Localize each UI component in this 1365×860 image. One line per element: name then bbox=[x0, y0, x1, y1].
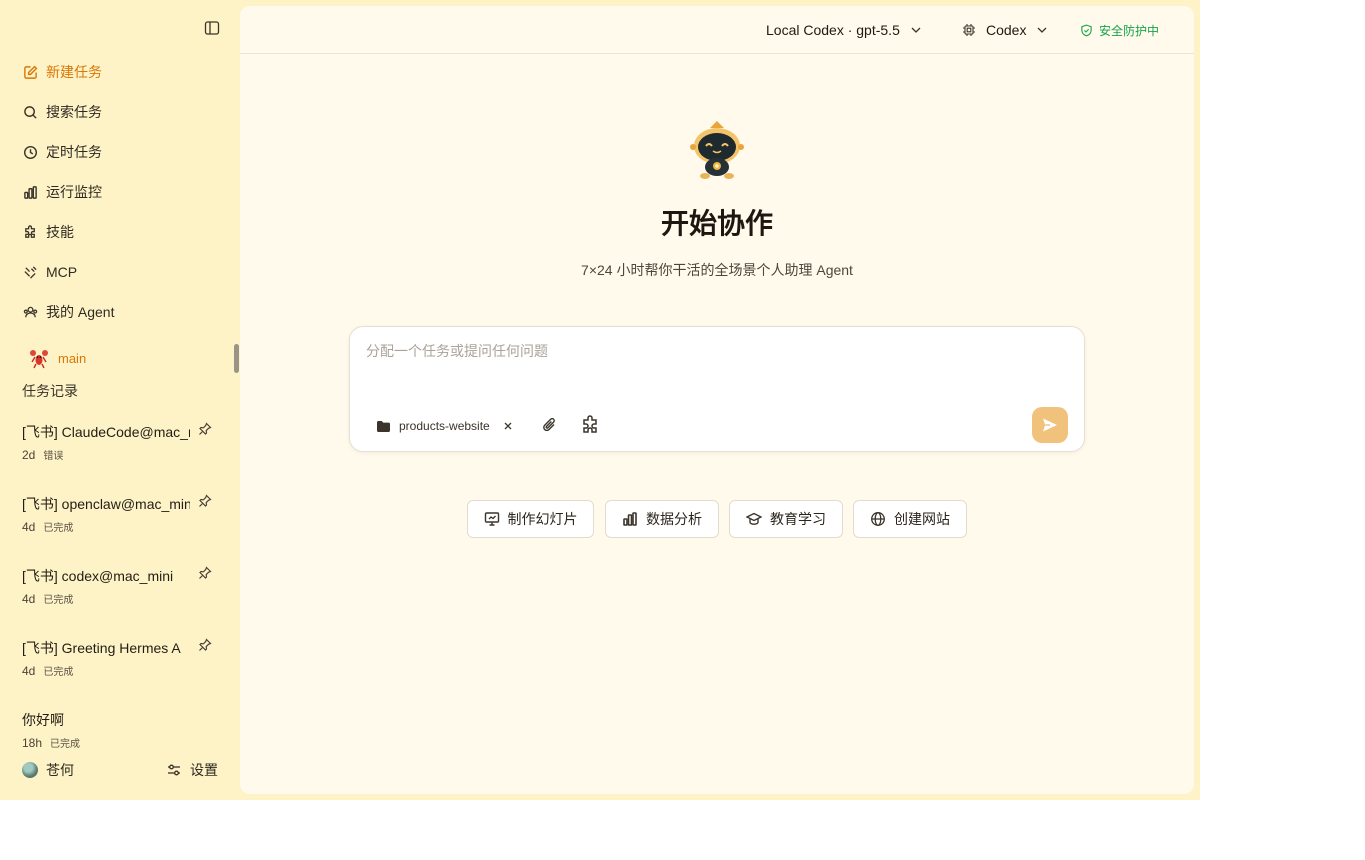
task-title: [飞书] openclaw@mac_mini bbox=[22, 496, 190, 512]
search-icon bbox=[22, 104, 38, 120]
send-button[interactable] bbox=[1032, 407, 1068, 443]
sidebar: 新建任务 搜索任务 定时任务 运行监控 技能 MCP 我的 Agent main… bbox=[0, 0, 240, 800]
task-age: 18h bbox=[22, 736, 43, 750]
task-title: [飞书] codex@mac_mini bbox=[22, 568, 174, 584]
agent-main[interactable]: main bbox=[28, 347, 86, 369]
puzzle-icon bbox=[22, 224, 38, 240]
edit-icon bbox=[22, 64, 38, 80]
sliders-icon bbox=[168, 764, 180, 776]
pin-icon[interactable] bbox=[198, 638, 212, 652]
nav-search-task[interactable]: 搜索任务 bbox=[14, 94, 226, 130]
sidebar-scrollbar[interactable] bbox=[234, 344, 239, 373]
task-status: 已完成 bbox=[50, 739, 81, 750]
task-status: 已完成 bbox=[43, 523, 74, 534]
engine-label: Codex bbox=[986, 22, 1027, 38]
task-item[interactable]: 你好啊 18h 已完成 bbox=[22, 710, 222, 750]
agents-icon bbox=[22, 304, 38, 320]
nav-scheduled-task[interactable]: 定时任务 bbox=[14, 134, 226, 170]
chevron-down-icon bbox=[911, 27, 921, 33]
task-status: 错误 bbox=[43, 451, 64, 462]
main-panel: Local Codex · gpt-5.5 Codex 安全防护中 开始协作 7… bbox=[240, 6, 1194, 794]
task-age: 4d bbox=[22, 520, 36, 534]
plug-icon bbox=[22, 264, 38, 280]
pin-icon[interactable] bbox=[198, 494, 212, 508]
bar-chart-icon bbox=[22, 184, 38, 200]
hero-title: 开始协作 bbox=[660, 208, 773, 239]
user-name: 苍何 bbox=[46, 762, 74, 778]
nav-label: 运行监控 bbox=[46, 184, 102, 200]
nav-monitor[interactable]: 运行监控 bbox=[14, 174, 226, 210]
task-title: [飞书] Greeting Hermes A bbox=[22, 640, 181, 656]
bar-chart-icon bbox=[623, 512, 637, 526]
task-age: 4d bbox=[22, 664, 36, 678]
nav-new-task[interactable]: 新建任务 bbox=[14, 54, 226, 90]
security-status[interactable]: 安全防护中 bbox=[1080, 21, 1159, 39]
task-title: [飞书] ClaudeCode@mac_mini bbox=[22, 424, 190, 440]
task-item[interactable]: [飞书] Greeting Hermes A 4d 已完成 bbox=[22, 638, 222, 678]
quick-action-data-analysis[interactable]: 数据分析 bbox=[605, 500, 719, 538]
nav-label: 我的 Agent bbox=[46, 304, 115, 320]
task-item[interactable]: [飞书] codex@mac_mini 4d 已完成 bbox=[22, 566, 222, 606]
folder-icon bbox=[377, 420, 390, 432]
cpu-chip-icon bbox=[963, 24, 975, 36]
user-profile[interactable]: 苍何 bbox=[22, 760, 74, 780]
paperclip-icon[interactable] bbox=[541, 416, 559, 434]
pin-icon[interactable] bbox=[198, 566, 212, 580]
nav-label: 搜索任务 bbox=[46, 104, 102, 120]
globe-icon bbox=[871, 512, 885, 526]
agent-label: main bbox=[58, 350, 87, 366]
quick-action-label: 数据分析 bbox=[646, 511, 702, 527]
settings-label: 设置 bbox=[190, 762, 218, 778]
nav-skills[interactable]: 技能 bbox=[14, 214, 226, 250]
quick-action-education[interactable]: 教育学习 bbox=[729, 500, 843, 538]
security-label: 安全防护中 bbox=[1099, 23, 1160, 38]
presentation-icon bbox=[484, 512, 499, 526]
sidebar-toggle-icon bbox=[204, 21, 220, 35]
shield-check-icon bbox=[1081, 24, 1092, 36]
nav-mcp[interactable]: MCP bbox=[14, 254, 226, 290]
quick-action-label: 制作幻灯片 bbox=[507, 511, 578, 527]
folder-name: products-website bbox=[399, 419, 490, 433]
graduation-cap-icon bbox=[746, 512, 762, 525]
quick-action-label: 创建网站 bbox=[894, 511, 950, 527]
app-window: 新建任务 搜索任务 定时任务 运行监控 技能 MCP 我的 Agent main… bbox=[0, 0, 1200, 800]
quick-action-label: 教育学习 bbox=[770, 511, 826, 527]
send-icon bbox=[1043, 418, 1057, 432]
top-bar: Local Codex · gpt-5.5 Codex 安全防护中 bbox=[240, 6, 1194, 54]
task-age: 4d bbox=[22, 592, 36, 606]
puzzle-icon[interactable] bbox=[580, 415, 600, 435]
folder-chip[interactable]: products-website bbox=[376, 417, 514, 435]
avatar bbox=[22, 762, 38, 778]
task-item[interactable]: [飞书] openclaw@mac_mini 4d 已完成 bbox=[22, 494, 222, 534]
chevron-down-icon bbox=[1038, 27, 1047, 33]
nav-label: MCP bbox=[46, 264, 78, 280]
task-status: 已完成 bbox=[43, 667, 74, 678]
clock-icon bbox=[22, 144, 38, 160]
close-icon[interactable] bbox=[502, 420, 514, 432]
nav-label: 新建任务 bbox=[46, 64, 102, 80]
nav-label: 技能 bbox=[46, 224, 74, 240]
hero-subtitle: 7×24 小时帮你干活的全场景个人助理 Agent bbox=[581, 262, 853, 278]
engine-selector[interactable]: Codex bbox=[962, 20, 1048, 40]
task-item[interactable]: [飞书] ClaudeCode@mac_mini 2d 错误 bbox=[22, 422, 222, 462]
quick-action-website[interactable]: 创建网站 bbox=[853, 500, 967, 538]
sidebar-toggle-button[interactable] bbox=[202, 18, 222, 38]
model-selector[interactable]: Local Codex · gpt-5.5 bbox=[766, 20, 922, 40]
lobster-icon bbox=[30, 350, 48, 369]
task-title: 你好啊 bbox=[22, 712, 64, 728]
task-history-title: 任务记录 bbox=[22, 383, 78, 399]
robot-mascot-icon bbox=[690, 121, 744, 179]
nav-my-agent[interactable]: 我的 Agent bbox=[14, 294, 226, 330]
task-input[interactable] bbox=[366, 341, 1066, 381]
pin-icon[interactable] bbox=[198, 422, 212, 436]
task-age: 2d bbox=[22, 448, 36, 462]
settings-button[interactable]: 设置 bbox=[166, 760, 218, 780]
composer: products-website bbox=[349, 326, 1085, 452]
quick-action-slides[interactable]: 制作幻灯片 bbox=[467, 500, 594, 538]
nav-label: 定时任务 bbox=[46, 144, 102, 160]
model-label: Local Codex · gpt-5.5 bbox=[766, 22, 900, 38]
task-status: 已完成 bbox=[43, 595, 74, 606]
